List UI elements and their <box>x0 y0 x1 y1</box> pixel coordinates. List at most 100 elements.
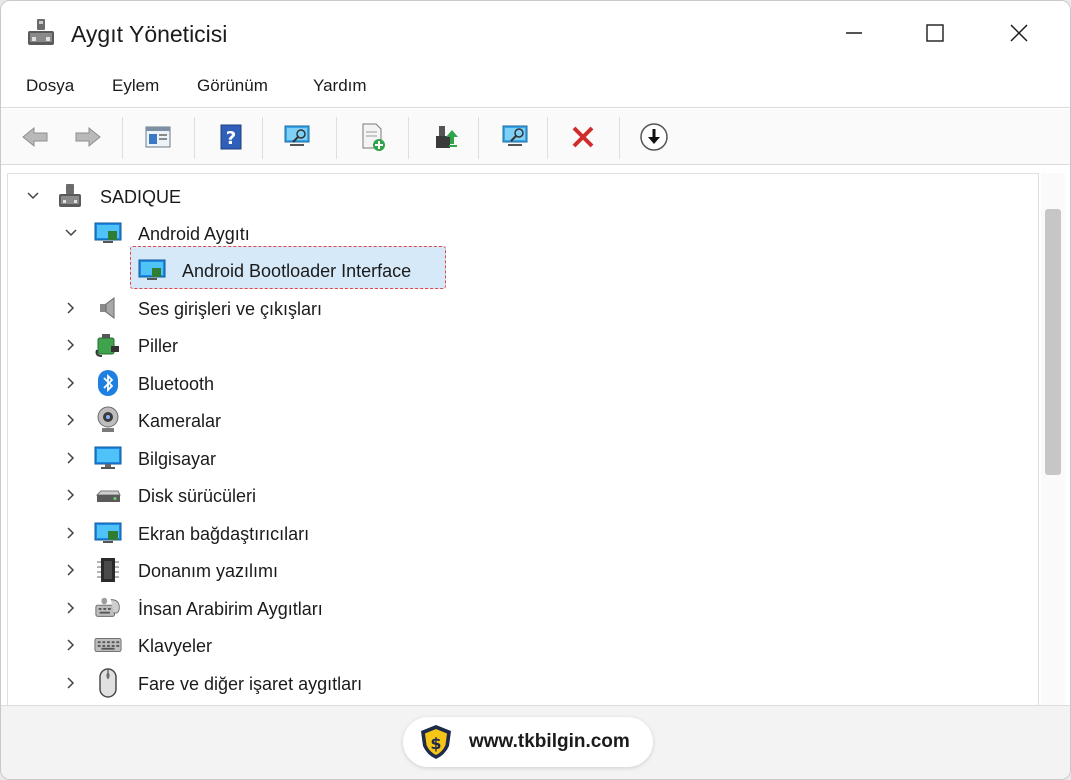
chevron-right-icon[interactable] <box>62 411 80 429</box>
tree-node-computer[interactable]: Bilgisayar <box>8 440 1008 476</box>
tree-node-bootloader[interactable]: Android Bootloader Interface <box>8 252 1008 288</box>
tree-node-bluetooth[interactable]: Bluetooth <box>8 365 1008 401</box>
chevron-right-icon[interactable] <box>62 599 80 617</box>
menu-bar: Dosya Eylem Görünüm Yardım <box>1 65 1070 108</box>
tree-node-audio[interactable]: Ses girişleri ve çıkışları <box>8 290 1008 326</box>
close-button[interactable] <box>996 15 1042 51</box>
download-button[interactable] <box>638 121 670 153</box>
toolbar: ? <box>1 109 1070 165</box>
tree-node-label: Fare ve diğer işaret aygıtları <box>138 674 363 694</box>
tree-node-disks[interactable]: Disk sürücüleri <box>8 477 1008 513</box>
tree-node-label: Ses girişleri ve çıkışları <box>138 299 323 319</box>
chevron-right-icon[interactable] <box>62 636 80 654</box>
device-tree[interactable]: SADIQUE Android Aygıtı Android Bootloade… <box>7 173 1039 705</box>
chevron-right-icon[interactable] <box>62 486 80 504</box>
chevron-right-icon[interactable] <box>62 374 80 392</box>
scan-hardware-icon <box>284 125 310 146</box>
scrollbar-thumb[interactable] <box>1045 209 1061 475</box>
android-device-icon <box>94 219 122 247</box>
window-title: Aygıt Yöneticisi <box>71 21 228 47</box>
watermark-text: www.tkbilgin.com <box>469 731 630 752</box>
update-driver-icon <box>436 126 458 148</box>
back-button[interactable] <box>19 121 51 153</box>
bluetooth-icon <box>94 369 122 397</box>
uninstall-icon <box>572 126 594 148</box>
computer-tower-icon <box>56 182 84 210</box>
properties-icon <box>145 126 171 148</box>
back-arrow-icon <box>22 126 48 148</box>
chevron-right-icon[interactable] <box>62 524 80 542</box>
chevron-right-icon[interactable] <box>62 336 80 354</box>
tree-node-label: Klavyeler <box>138 636 213 656</box>
chevron-down-icon[interactable] <box>62 224 80 242</box>
chevron-right-icon[interactable] <box>62 449 80 467</box>
tree-node-label: Piller <box>138 336 179 356</box>
menu-eylem[interactable]: Eylem <box>112 76 159 96</box>
toolbar-separator <box>194 117 195 159</box>
update-driver-button[interactable] <box>430 121 462 153</box>
tree-node-label: Ekran bağdaştırıcıları <box>138 524 310 544</box>
menu-dosya[interactable]: Dosya <box>26 76 74 96</box>
minimize-icon <box>846 32 862 34</box>
shield-dollar-logo: $ <box>419 724 453 760</box>
webcam-icon <box>94 406 122 434</box>
enable-device-icon <box>502 125 528 146</box>
properties-button[interactable] <box>142 121 174 153</box>
device-manager-window: Aygıt Yöneticisi Dosya Eylem Görünüm Yar… <box>0 0 1071 780</box>
menu-yardim[interactable]: Yardım <box>313 76 367 96</box>
hid-icon <box>94 594 122 622</box>
watermark-badge: $ www.tkbilgin.com <box>403 717 653 767</box>
tree-node-label: Kameralar <box>138 411 222 431</box>
android-device-icon <box>138 256 166 284</box>
maximize-button[interactable] <box>912 15 958 51</box>
chevron-down-icon[interactable] <box>24 187 42 205</box>
toolbar-separator <box>122 117 123 159</box>
enable-device-button[interactable] <box>499 121 531 153</box>
tree-node-firmware[interactable]: Donanım yazılımı <box>8 552 1008 588</box>
tree-node-label: Donanım yazılımı <box>138 561 279 581</box>
forward-button[interactable] <box>72 121 104 153</box>
tree-node-hid[interactable]: İnsan Arabirim Aygıtları <box>8 590 1008 626</box>
tree-node-display[interactable]: Ekran bağdaştırıcıları <box>8 515 1008 551</box>
add-legacy-hardware-icon <box>362 123 385 151</box>
tree-node-label: İnsan Arabirim Aygıtları <box>138 599 323 619</box>
minimize-button[interactable] <box>831 15 877 51</box>
forward-arrow-icon <box>75 126 101 148</box>
scan-button[interactable] <box>281 121 313 153</box>
download-icon <box>640 123 668 151</box>
maximize-icon <box>926 24 944 42</box>
battery-icon <box>94 331 122 359</box>
tree-node-label: Disk sürücüleri <box>138 486 257 506</box>
chevron-right-icon[interactable] <box>62 674 80 692</box>
chevron-right-icon[interactable] <box>62 561 80 579</box>
close-icon <box>1010 24 1028 42</box>
title-bar: Aygıt Yöneticisi <box>1 1 1070 65</box>
disk-drive-icon <box>94 481 122 509</box>
uninstall-button[interactable] <box>567 121 599 153</box>
tree-node-label: Bluetooth <box>138 374 215 394</box>
toolbar-separator <box>262 117 263 159</box>
mouse-icon <box>94 668 122 698</box>
add-hardware-button[interactable] <box>357 121 389 153</box>
svg-text:$: $ <box>430 734 441 753</box>
tree-root[interactable]: SADIQUE <box>8 178 1008 214</box>
toolbar-separator <box>408 117 409 159</box>
menu-gorunum[interactable]: Görünüm <box>197 76 268 96</box>
tree-node-android[interactable]: Android Aygıtı <box>8 215 1008 251</box>
tree-node-batteries[interactable]: Piller <box>8 327 1008 363</box>
display-adapter-icon <box>94 519 122 547</box>
svg-text:?: ? <box>226 128 236 149</box>
chevron-right-icon[interactable] <box>62 299 80 317</box>
tree-node-label: Android Bootloader Interface <box>182 261 412 281</box>
tree-node-mice[interactable]: Fare ve diğer işaret aygıtları <box>8 665 1008 701</box>
tree-node-cameras[interactable]: Kameralar <box>8 402 1008 438</box>
tree-node-label: Android Aygıtı <box>138 224 250 244</box>
toolbar-separator <box>478 117 479 159</box>
toolbar-separator <box>547 117 548 159</box>
tree-node-keyboards[interactable]: Klavyeler <box>8 627 1008 663</box>
help-button[interactable]: ? <box>215 121 247 153</box>
firmware-chip-icon <box>94 556 122 584</box>
keyboard-icon <box>94 631 122 659</box>
tree-node-label: Bilgisayar <box>138 449 217 469</box>
toolbar-separator <box>619 117 620 159</box>
